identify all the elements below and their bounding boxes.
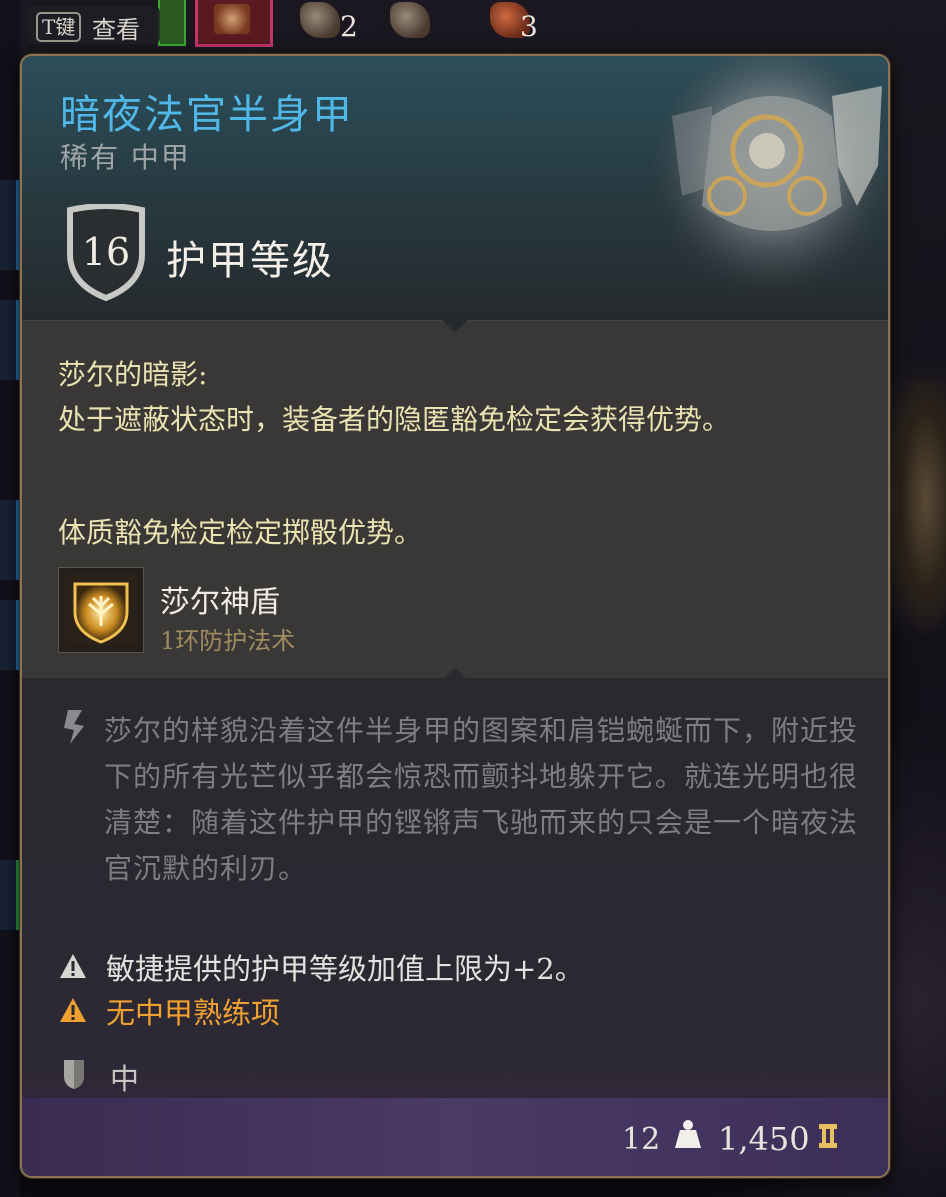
armor-class-value: 16 xyxy=(81,230,131,274)
item-weight: 12 xyxy=(622,1122,661,1157)
item-value: 1,450 xyxy=(718,1120,810,1158)
warning-orange-icon xyxy=(60,998,86,1022)
hotbar-item-icon[interactable] xyxy=(390,2,430,38)
property-description: 处于遮蔽状态时，装备者的隐匿豁免检定会获得优势。 xyxy=(58,403,731,436)
inventory-slot-edge[interactable] xyxy=(0,860,19,930)
inventory-edge xyxy=(0,0,20,1197)
spell-name: 莎尔神盾 xyxy=(160,585,280,620)
quill-icon xyxy=(64,710,84,744)
inventory-slot-edge[interactable] xyxy=(0,300,19,380)
item-tooltip: 暗夜法官半身甲 稀有 中甲 16 护甲等级 莎尔的暗影: 处于遮蔽状态时，装备者… xyxy=(20,54,890,1178)
shield-of-shar-icon xyxy=(65,574,137,646)
examine-key: T键 xyxy=(36,12,82,42)
inventory-slot-edge[interactable] xyxy=(0,500,19,580)
property-title: 莎尔的暗影: xyxy=(58,358,208,391)
lore-section: 莎尔的样貌沿着这件半身甲的图案和肩铠蜿蜒而下，附近投下的所有光芒似乎都会惊恐而颤… xyxy=(22,678,888,1138)
hotbar-slot[interactable] xyxy=(158,0,186,46)
inventory-slot-edge[interactable] xyxy=(0,600,19,670)
examine-hint[interactable]: T键 查看 xyxy=(28,6,160,44)
item-name: 暗夜法官半身甲 xyxy=(60,92,354,138)
warning-text: 敏捷提供的护甲等级加值上限为+2。 xyxy=(106,952,584,986)
tooltip-footer: 12 1,450 xyxy=(22,1098,888,1176)
warning-icon xyxy=(60,954,86,978)
spell-level: 1环防护法术 xyxy=(160,627,296,655)
hotbar-item-icon[interactable] xyxy=(300,2,340,38)
hotbar-slot-scroll[interactable] xyxy=(195,0,273,47)
spell-slot[interactable] xyxy=(58,567,144,653)
armor-type-shield-icon xyxy=(64,1060,84,1089)
properties-section: 莎尔的暗影: 处于遮蔽状态时，装备者的隐匿豁免检定会获得优势。 体质豁免检定检定… xyxy=(22,320,888,680)
item-rarity-type: 稀有 中甲 xyxy=(60,141,191,174)
divider-notch xyxy=(442,320,468,332)
gold-coin-icon xyxy=(819,1124,837,1148)
hotbar-item-count: 3 xyxy=(520,10,538,43)
scene-decoration xyxy=(886,380,946,640)
armor-image xyxy=(652,56,888,306)
lore-text: 莎尔的样貌沿着这件半身甲的图案和肩铠蜿蜒而下，附近投下的所有光芒似乎都会惊恐而颤… xyxy=(104,714,859,885)
property-constitution: 体质豁免检定检定掷骰优势。 xyxy=(58,516,423,549)
warning-text: 无中甲熟练项 xyxy=(106,996,281,1030)
inventory-slot-edge[interactable] xyxy=(0,180,19,270)
armor-class-label: 护甲等级 xyxy=(166,238,334,284)
tooltip-header: 暗夜法官半身甲 稀有 中甲 16 护甲等级 xyxy=(22,56,888,320)
examine-label: 查看 xyxy=(92,16,140,44)
hotbar-item-count: 2 xyxy=(340,10,358,43)
weight-icon xyxy=(675,1120,701,1148)
